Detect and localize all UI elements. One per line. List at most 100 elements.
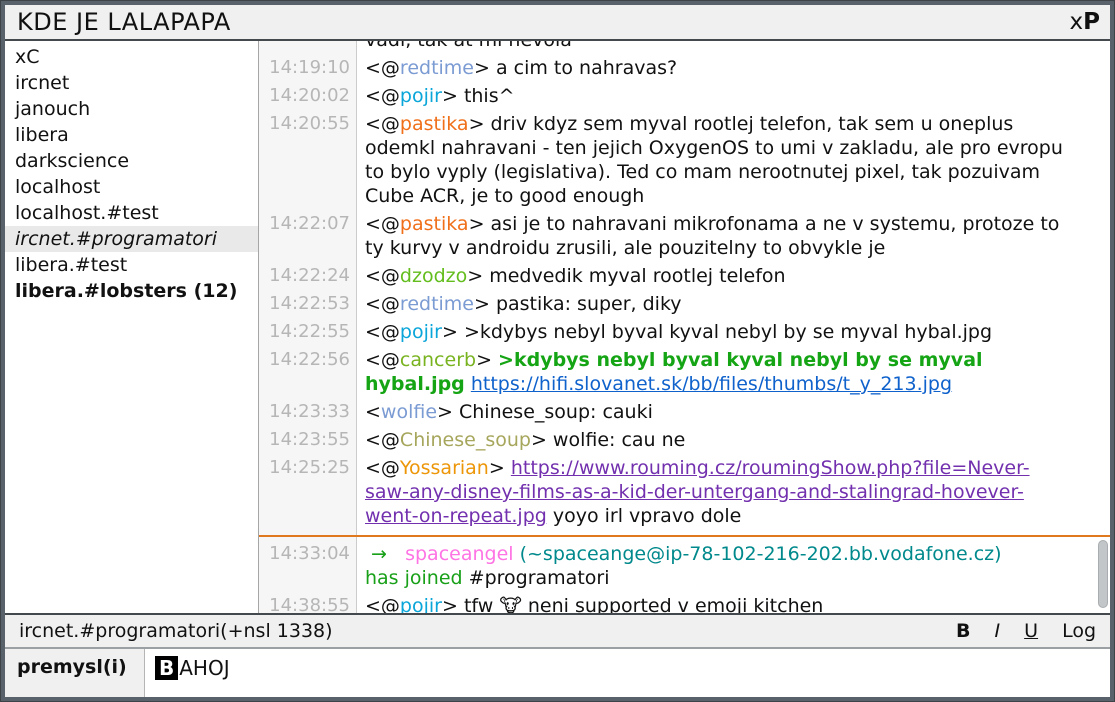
sidebar-item[interactable]: localhost (5, 174, 258, 200)
message-text: > driv kdyz sem myval rootlej telefon, t… (365, 113, 1069, 207)
timestamp: 14:25:25 (259, 456, 357, 528)
titlebar-button-x[interactable]: x (1070, 9, 1084, 35)
timestamp: 14:33:04 (259, 542, 357, 590)
message-body: <@pojir> this^ (357, 84, 1110, 108)
format-button-i[interactable]: I (995, 620, 1001, 642)
sidebar-item[interactable]: darkscience (5, 148, 258, 174)
timestamp: 14:19:10 (259, 56, 357, 80)
message-text: > (476, 349, 498, 371)
channel-list: xCircnetjanouchliberadarksciencelocalhos… (5, 41, 259, 613)
sidebar-item[interactable]: localhost.#test (5, 200, 258, 226)
timestamp: 14:20:55 (259, 112, 357, 208)
message-text: <@ (365, 429, 400, 451)
sidebar-item[interactable]: janouch (5, 96, 258, 122)
sidebar-item[interactable]: libera.#lobsters (12) (5, 278, 258, 304)
chat-message: 14:20:55<@pastika> driv kdyz sem myval r… (259, 110, 1110, 210)
nick: cancerb (400, 349, 476, 371)
timestamp: 14:22:07 (259, 212, 357, 260)
chat-message: 14:22:55<@pojir> >kdybys nebyl byval kyv… (259, 318, 1110, 346)
nick: wolfie (381, 401, 437, 423)
message-text: > wolfie: cau ne (531, 429, 685, 451)
message-body: <@pojir> >kdybys nebyl byval kyval nebyl… (357, 320, 1110, 344)
message-text: <@ (365, 265, 400, 287)
timestamp: 14:23:33 (259, 400, 357, 424)
timestamp (259, 41, 357, 52)
message-text: yoyo irl vpravo dole (547, 505, 742, 527)
message-text: > (489, 457, 511, 479)
statusbar-channel-info: ircnet.#programatori(+nsl 1338) (19, 620, 333, 642)
message-text: > this^ (442, 85, 515, 107)
message-body: <@pastika> asi je to nahravani mikrofona… (357, 212, 1110, 260)
titlebar: KDE JE LALAPAPA xP (5, 5, 1110, 41)
nick-label: premysl(i) (5, 649, 145, 697)
message-body: <@pojir> tfw 🐮 neni supported v emoji ki… (357, 594, 1110, 613)
message-body: <@pastika> driv kdyz sem myval rootlej t… (357, 112, 1110, 208)
message-text: <@ (365, 321, 400, 343)
chat-area: vadi, tak at mi nevola14:19:10<@redtime>… (259, 41, 1110, 613)
sidebar-item[interactable]: libera (5, 122, 258, 148)
nick: pojir (400, 85, 442, 107)
chat-message: vadi, tak at mi nevola (259, 41, 1110, 54)
timestamp: 14:22:55 (259, 320, 357, 344)
join-verb: has joined (365, 567, 463, 589)
message-body: → spaceangel (~spaceange@ip-78-102-216-2… (357, 542, 1110, 590)
message-body: <@redtime> a cim to nahravas? (357, 56, 1110, 80)
bold-marker: B (155, 656, 178, 680)
nick: redtime (400, 293, 474, 315)
titlebar-button-close[interactable]: P (1083, 9, 1100, 35)
sidebar-item[interactable]: ircnet.#programatori (5, 226, 258, 252)
format-button-b[interactable]: B (956, 620, 970, 642)
message-text: <@ (365, 349, 400, 371)
message-text: <@ (365, 85, 400, 107)
message-text: < (365, 401, 381, 423)
statusbar: ircnet.#programatori(+nsl 1338) B I U Log (5, 613, 1110, 647)
message-text: > asi je to nahravani mikrofonama a ne v… (365, 213, 1065, 259)
nick: dzodzo (400, 265, 467, 287)
message-text: <@ (365, 213, 400, 235)
sidebar-item[interactable]: libera.#test (5, 252, 258, 278)
nick: Chinese_soup (400, 429, 531, 451)
format-buttons: B I U Log (956, 620, 1096, 642)
message-input[interactable]: BAHOJ (145, 649, 1110, 697)
sidebar-item[interactable]: ircnet (5, 70, 258, 96)
message-text: > a cim to nahravas? (474, 57, 677, 79)
format-button-u[interactable]: U (1024, 620, 1038, 642)
message-body: <@redtime> pastika: super, diky (357, 292, 1110, 316)
message-text: <@ (365, 57, 400, 79)
message-text: #programatori (463, 567, 610, 589)
chat-message: 14:20:02<@pojir> this^ (259, 82, 1110, 110)
chat-messages-inner: vadi, tak at mi nevola14:19:10<@redtime>… (259, 41, 1110, 613)
input-row: premysl(i) BAHOJ (5, 647, 1110, 697)
message-text: > Chinese_soup: cauki (437, 401, 653, 423)
input-text: AHOJ (179, 656, 229, 680)
join-arrow: → (365, 543, 405, 565)
nick: pastika (400, 113, 469, 135)
timestamp: 14:22:56 (259, 348, 357, 396)
chat-message: 14:23:55 <@Chinese_soup> wolfie: cau ne (259, 426, 1110, 454)
chat-message: 14:38:55<@pojir> tfw 🐮 neni supported v … (259, 592, 1110, 613)
chat-message: 14:19:10<@redtime> a cim to nahravas? (259, 54, 1110, 82)
scrollbar-thumb[interactable] (1098, 540, 1108, 608)
nick: redtime (400, 57, 474, 79)
message-text: > tfw 🐮 neni supported v emoji kitchen (442, 595, 823, 613)
chat-message: 14:22:56<@cancerb> >kdybys nebyl byval k… (259, 346, 1110, 398)
message-text: > >kdybys nebyl byval kyval nebyl by se … (442, 321, 992, 343)
chat-messages: vadi, tak at mi nevola14:19:10<@redtime>… (259, 41, 1110, 613)
message-text: <@ (365, 595, 400, 613)
message-text: > pastika: super, diky (474, 293, 682, 315)
message-body: <wolfie> Chinese_soup: cauki (357, 400, 1110, 424)
nick: Yossarian (400, 457, 489, 479)
timestamp: 14:20:02 (259, 84, 357, 108)
unread-separator (259, 530, 1110, 537)
message-text: > medvedik myval rootlej telefon (467, 265, 785, 287)
chat-message: 14:22:07<@pastika> asi je to nahravani m… (259, 210, 1110, 262)
message-body: <@dzodzo> medvedik myval rootlej telefon (357, 264, 1110, 288)
timestamp: 14:23:55 (259, 428, 357, 452)
message-link[interactable]: https://hifi.slovanet.sk/bb/files/thumbs… (471, 373, 952, 395)
sidebar-item[interactable]: xC (5, 44, 258, 70)
nick: pojir (400, 321, 442, 343)
nick: spaceangel (405, 543, 513, 565)
main-area: xCircnetjanouchliberadarksciencelocalhos… (5, 41, 1110, 613)
format-button-log[interactable]: Log (1062, 620, 1096, 642)
message-body: <@cancerb> >kdybys nebyl byval kyval neb… (357, 348, 1110, 396)
